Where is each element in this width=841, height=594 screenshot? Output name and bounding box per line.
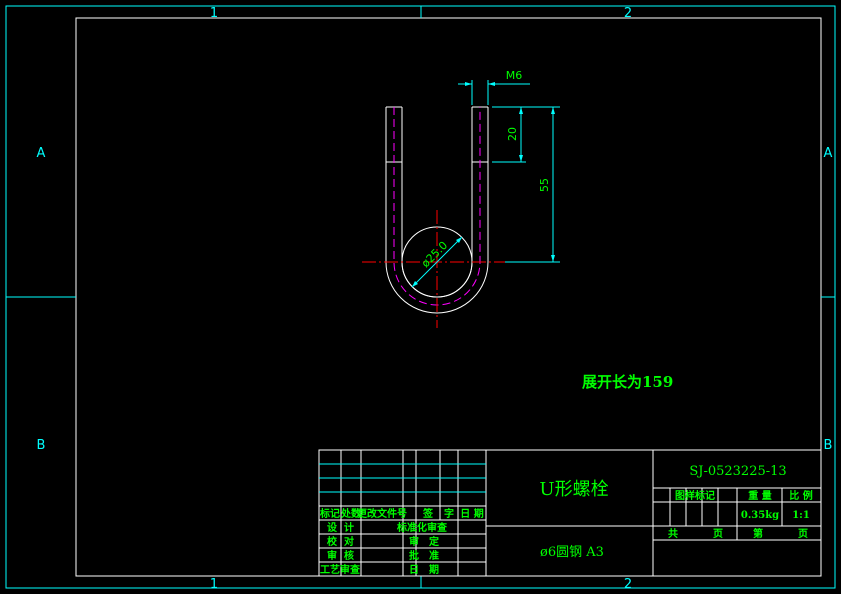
signoff-review-a: 审	[327, 549, 337, 562]
zone-label-left-b: B	[37, 438, 46, 453]
sheet-total-suffix: 页	[713, 528, 723, 540]
dim-total-height: 55	[538, 178, 551, 192]
signoff-date-a: 日	[409, 564, 419, 576]
signoff-check-b: 对	[344, 535, 354, 548]
rev-header-sign-2: 字	[444, 507, 454, 520]
zone-label-right-a: A	[824, 146, 833, 161]
u-bolt-inner-outline	[401, 107, 473, 298]
header-drawing-mark: 图样标记	[675, 489, 715, 502]
rev-header-mark: 标记	[319, 507, 340, 520]
signoff-design-a: 设	[327, 521, 337, 534]
material: ø6圆钢 A3	[540, 545, 604, 560]
rev-header-date: 日 期	[460, 507, 483, 520]
signoff-ratify-a: 批	[409, 549, 419, 562]
part-name: U形螺栓	[539, 479, 608, 500]
signoff-standard: 标准化审查	[396, 521, 448, 534]
zone-label-right-b: B	[824, 438, 833, 453]
sheet-total-label: 共	[668, 527, 678, 540]
signoff-ratify-b: 准	[429, 549, 439, 562]
scale-value: 1:1	[792, 510, 810, 521]
zone-label-bottom-1: 1	[210, 577, 218, 592]
dim-thread-m6: M6	[506, 69, 523, 82]
u-bolt-centerline	[393, 107, 481, 306]
sheet-no-suffix: 页	[798, 528, 808, 540]
sheet-no-label: 第	[753, 527, 763, 540]
weight-value: 0.35kg	[741, 510, 779, 521]
zone-label-bottom-2: 2	[624, 577, 632, 592]
signoff-approve-b: 定	[429, 535, 439, 548]
dim-leg-length: 20	[506, 127, 519, 141]
zone-label-left-a: A	[37, 146, 46, 161]
header-weight: 重 量	[748, 489, 771, 502]
u-bolt-part	[362, 106, 512, 328]
signoff-approve-a: 审	[409, 535, 419, 548]
signoff-review-b: 核	[344, 549, 354, 562]
zone-label-top-1: 1	[210, 6, 218, 21]
rev-header-docno: 更改文件号	[357, 507, 407, 520]
header-scale: 比 例	[789, 489, 812, 502]
zone-label-top-2: 2	[624, 6, 632, 21]
unfolded-length-note: 展开长为159	[582, 373, 673, 391]
drawing-number: SJ-0523225-13	[689, 464, 786, 479]
signoff-date-b: 期	[429, 563, 439, 576]
dim-diameter: ø25.0	[419, 239, 450, 270]
drawing-sheet: 1 2 1 2 A B A B M6 20 55 ø25.0 展开长为159 标…	[5, 5, 836, 592]
signoff-design-b: 计	[344, 521, 354, 534]
rev-header-sign-1: 签	[422, 507, 434, 520]
signoff-check-a: 校	[327, 535, 338, 548]
signoff-process: 工艺审查	[320, 563, 361, 576]
